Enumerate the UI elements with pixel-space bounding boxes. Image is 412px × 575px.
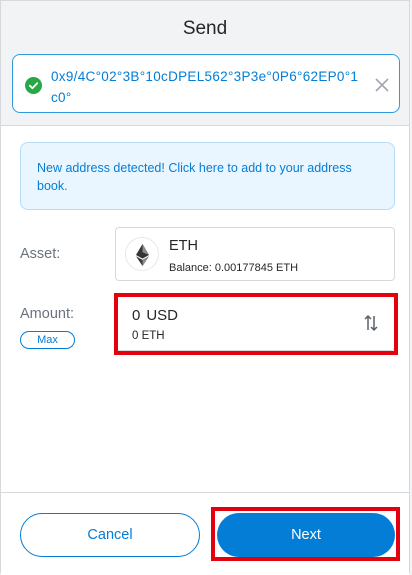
amount-secondary: 0 ETH bbox=[132, 330, 165, 342]
amount-label: Amount: bbox=[20, 306, 74, 322]
amount-input[interactable]: 0 USD 0 ETH bbox=[115, 294, 395, 351]
asset-label: Asset: bbox=[20, 246, 61, 262]
asset-name: ETH bbox=[169, 238, 198, 254]
send-page: Send 0x9/4C°02°3B°10cDPEL562°3P3e°0P6°62… bbox=[0, 0, 410, 575]
new-address-notice[interactable]: New address detected! Click here to add … bbox=[20, 142, 395, 210]
page-title: Send bbox=[182, 18, 228, 39]
ethereum-icon bbox=[125, 237, 159, 271]
close-icon[interactable] bbox=[375, 78, 389, 92]
asset-balance: Balance: 0.00177845 ETH bbox=[169, 262, 299, 274]
swap-vertical-icon[interactable] bbox=[364, 314, 378, 332]
cancel-button[interactable]: Cancel bbox=[20, 513, 200, 557]
amount-value: 0 bbox=[132, 307, 141, 324]
max-button[interactable]: Max bbox=[20, 331, 75, 349]
recipient-address: 0x9/4C°02°3B°10cDPEL562°3P3e°0P6°62EP0°1… bbox=[51, 69, 359, 105]
check-circle-icon bbox=[25, 77, 42, 94]
recipient-address-field[interactable]: 0x9/4C°02°3B°10cDPEL562°3P3e°0P6°62EP0°1… bbox=[12, 54, 400, 113]
next-button[interactable]: Next bbox=[217, 513, 395, 557]
amount-unit: USD bbox=[146, 307, 179, 324]
footer: Cancel Next bbox=[1, 492, 409, 575]
amount-primary: 0 USD bbox=[132, 307, 178, 324]
asset-selector[interactable]: ETH Balance: 0.00177845 ETH bbox=[115, 227, 395, 281]
header: Send 0x9/4C°02°3B°10cDPEL562°3P3e°0P6°62… bbox=[1, 1, 409, 126]
